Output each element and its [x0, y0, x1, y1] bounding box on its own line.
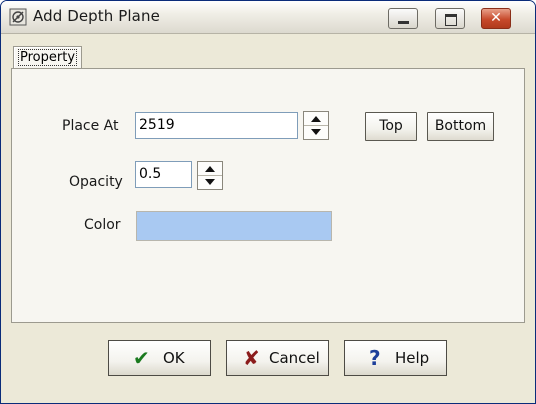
place-at-up-button[interactable] [304, 112, 328, 126]
place-at-label: Place At [62, 118, 119, 134]
opacity-label: Opacity [69, 174, 123, 190]
question-icon: ? [369, 346, 381, 370]
opacity-input[interactable]: 0.5 [135, 161, 192, 188]
close-button[interactable]: ✕ [481, 8, 511, 29]
x-icon: ✘ [243, 346, 260, 370]
ok-button[interactable]: ✔ OK [108, 340, 211, 376]
window-title: Add Depth Plane [33, 7, 160, 25]
app-icon [9, 8, 27, 26]
place-at-down-button[interactable] [304, 126, 328, 139]
dialog-window: Add Depth Plane ✕ Property Place At 2519… [0, 0, 536, 404]
minimize-button[interactable] [388, 8, 418, 29]
arrow-down-icon [311, 129, 321, 135]
maximize-button[interactable] [435, 8, 465, 29]
cancel-label: Cancel [269, 349, 320, 367]
color-label: Color [84, 217, 121, 233]
top-button[interactable]: Top [365, 112, 417, 141]
opacity-up-button[interactable] [198, 162, 222, 176]
maximize-icon [445, 14, 457, 26]
tab-property[interactable]: Property [13, 46, 83, 69]
bottom-button[interactable]: Bottom [427, 112, 494, 141]
ok-label: OK [163, 349, 185, 367]
close-icon: ✕ [490, 10, 502, 26]
arrow-down-icon [205, 179, 215, 185]
title-bar[interactable]: Add Depth Plane ✕ [1, 1, 535, 34]
place-at-spinner[interactable] [303, 111, 329, 140]
help-button[interactable]: ? Help [344, 340, 447, 376]
cancel-button[interactable]: ✘ Cancel [226, 340, 329, 376]
arrow-up-icon [311, 116, 321, 122]
minimize-icon [398, 21, 409, 24]
arrow-up-icon [205, 166, 215, 172]
opacity-spinner[interactable] [197, 161, 223, 190]
check-icon: ✔ [133, 346, 150, 370]
place-at-input[interactable]: 2519 [135, 112, 298, 139]
tab-label: Property [18, 49, 78, 66]
help-label: Help [395, 349, 430, 367]
property-panel [11, 68, 525, 323]
opacity-down-button[interactable] [198, 176, 222, 189]
color-swatch[interactable] [136, 211, 332, 241]
